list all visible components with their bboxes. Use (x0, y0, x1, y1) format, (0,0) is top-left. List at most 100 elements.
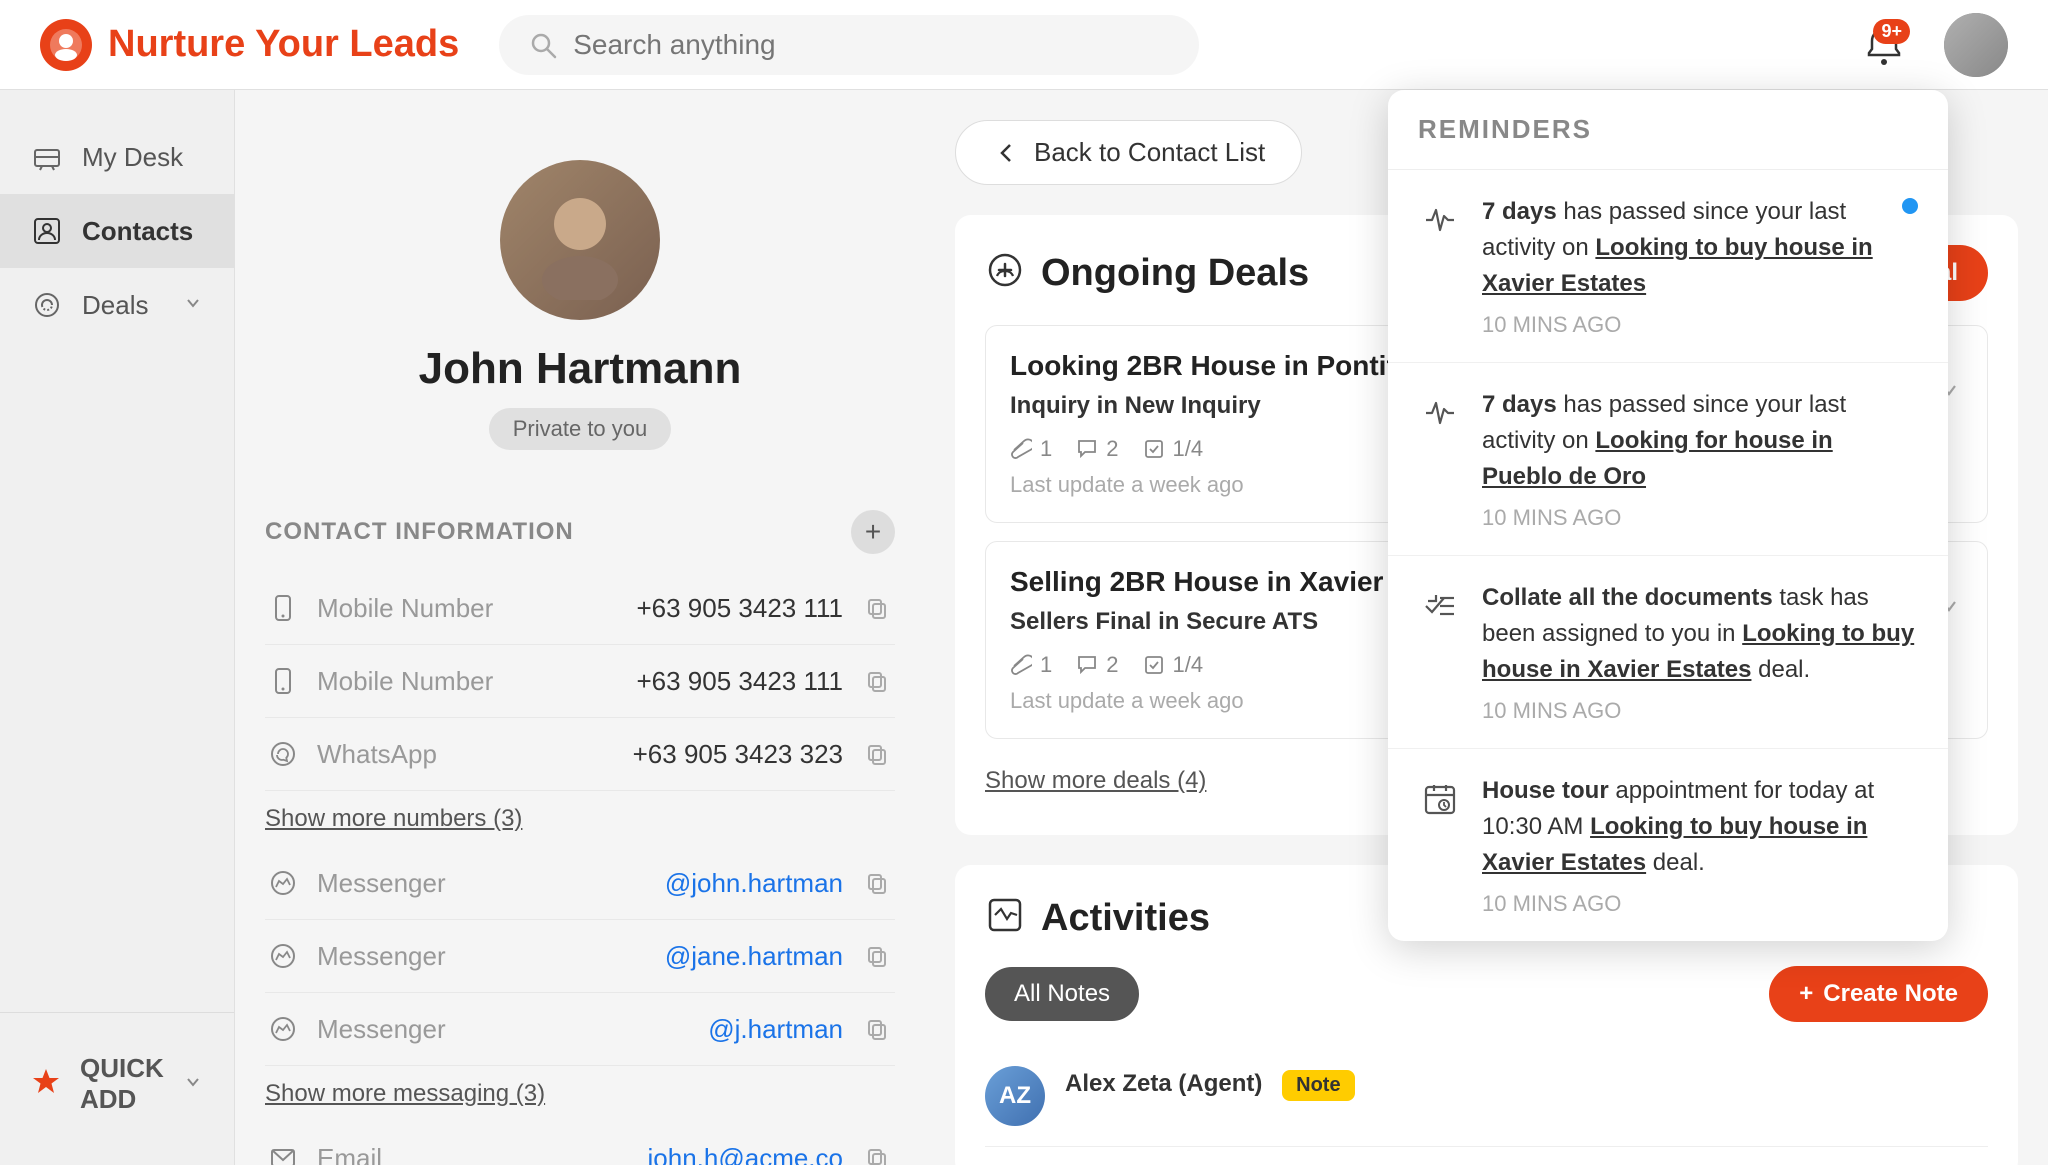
quick-add-chevron-icon (182, 1069, 204, 1100)
reminder-unread-dot-1 (1902, 198, 1918, 214)
back-to-contact-list-button[interactable]: Back to Contact List (955, 120, 1302, 185)
deal-comments-2: 2 (1076, 652, 1118, 678)
activity-pulse-icon-1 (1418, 198, 1462, 242)
activities-icon (985, 895, 1025, 942)
deal-attachments-2: 1 (1010, 652, 1052, 678)
deal-title-1: Looking 2BR House in Pontifino Inquiry i… (1010, 350, 1438, 436)
contact-detail-panel: John Hartmann Private to you CONTACT INF… (235, 90, 925, 1165)
search-bar[interactable] (499, 15, 1199, 75)
contact-field-email-1: Email john.h@acme.co (265, 1122, 895, 1165)
sidebar-item-contacts[interactable]: Contacts (0, 194, 234, 268)
reminder-time-3: 10 MINS AGO (1482, 698, 1918, 724)
contact-field-whatsapp: WhatsApp +63 905 3423 323 (265, 718, 895, 791)
contact-avatar (500, 160, 660, 320)
mobile-label-1: Mobile Number (317, 593, 517, 624)
attachment-icon-1 (1010, 438, 1032, 460)
contact-info-title: CONTACT INFORMATION (265, 518, 574, 546)
reminders-popup: REMINDERS 7 days has passed since your l… (1388, 90, 1948, 941)
show-more-deals-link[interactable]: Show more deals (4) (985, 757, 1206, 805)
contacts-icon (30, 214, 64, 248)
back-btn-label: Back to Contact List (1034, 137, 1265, 168)
tasks-icon-1 (1143, 438, 1165, 460)
deal-comments-1: 2 (1076, 436, 1118, 462)
quick-add-button[interactable]: QUICK ADD (0, 1033, 234, 1135)
reminder-text-1: 7 days has passed since your last activi… (1482, 194, 1918, 302)
messenger-label-1: Messenger (317, 868, 517, 899)
copy-mobile-2-button[interactable] (859, 663, 895, 699)
search-input[interactable] (573, 29, 1169, 61)
copy-messenger-2-button[interactable] (859, 938, 895, 974)
deals-icon (30, 288, 64, 322)
contact-field-messenger-3: Messenger @j.hartman (265, 993, 895, 1066)
reminder-body-2: 7 days has passed since your last activi… (1482, 387, 1918, 531)
create-note-button[interactable]: + Create Note (1769, 966, 1988, 1022)
reminder-body-4: House tour appointment for today at 10:3… (1482, 773, 1918, 917)
notification-button[interactable]: 9+ (1854, 15, 1914, 75)
notification-badge: 9+ (1873, 19, 1910, 44)
reminder-text-4: House tour appointment for today at 10:3… (1482, 773, 1918, 881)
deals-section-icon (985, 250, 1025, 297)
mobile-icon-1 (265, 590, 301, 626)
quick-add-label: QUICK ADD (80, 1053, 164, 1115)
mobile-icon-2 (265, 663, 301, 699)
deal-tasks-1: 1/4 (1143, 436, 1204, 462)
mobile-label-2: Mobile Number (317, 666, 517, 697)
tasks-icon-2 (1143, 654, 1165, 676)
show-more-numbers-link[interactable]: Show more numbers (3) (265, 791, 522, 847)
contact-field-messenger-2: Messenger @jane.hartman (265, 920, 895, 993)
search-icon (529, 31, 557, 59)
note-avatar-1: AZ (985, 1066, 1045, 1126)
deal-attachments-1: 1 (1010, 436, 1052, 462)
reminders-popup-title: REMINDERS (1388, 90, 1948, 170)
reminder-time-1: 10 MINS AGO (1482, 312, 1918, 338)
copy-whatsapp-button[interactable] (859, 736, 895, 772)
app-title: Nurture Your Leads (108, 23, 459, 66)
calendar-clock-icon (1418, 777, 1462, 821)
reminder-body-1: 7 days has passed since your last activi… (1482, 194, 1918, 338)
sidebar-label-contacts: Contacts (82, 216, 193, 247)
create-note-label: Create Note (1823, 980, 1958, 1008)
attachment-icon-2 (1010, 654, 1032, 676)
create-note-plus-icon: + (1799, 980, 1813, 1008)
messenger-value-2: @jane.hartman (533, 941, 843, 972)
sidebar: My Desk Contacts Deals (0, 90, 235, 1165)
contact-field-mobile-1: Mobile Number +63 905 3423 111 (265, 572, 895, 645)
copy-messenger-1-button[interactable] (859, 865, 895, 901)
sidebar-item-my-desk[interactable]: My Desk (0, 120, 234, 194)
sidebar-bottom: QUICK ADD (0, 1012, 234, 1135)
user-avatar[interactable] (1944, 13, 2008, 77)
sidebar-label-deals: Deals (82, 290, 148, 321)
messenger-value-1: @john.hartman (533, 868, 843, 899)
activities-tabs: All Notes + Create Note (985, 966, 1988, 1022)
reminder-text-2: 7 days has passed since your last activi… (1482, 387, 1918, 495)
contact-info-section-header: CONTACT INFORMATION + (265, 510, 895, 554)
messenger-icon-3 (265, 1011, 301, 1047)
show-more-messaging-link[interactable]: Show more messaging (3) (265, 1066, 545, 1122)
note-author-1: Alex Zeta (Agent) (1065, 1070, 1262, 1097)
reminder-body-3: Collate all the documents task has been … (1482, 580, 1918, 724)
copy-email-1-button[interactable] (859, 1140, 895, 1165)
reminder-time-2: 10 MINS AGO (1482, 505, 1918, 531)
logo-icon (40, 19, 92, 71)
whatsapp-label: WhatsApp (317, 739, 517, 770)
contact-field-mobile-2: Mobile Number +63 905 3423 111 (265, 645, 895, 718)
contact-privacy-badge: Private to you (489, 408, 672, 450)
messenger-label-3: Messenger (317, 1014, 517, 1045)
contact-field-messenger-1: Messenger @john.hartman (265, 847, 895, 920)
note-content-1: Alex Zeta (Agent) Note (1065, 1066, 1988, 1126)
contact-name: John Hartmann (285, 344, 875, 394)
reminder-item-2: 7 days has passed since your last activi… (1388, 363, 1948, 556)
comment-icon-2 (1076, 654, 1098, 676)
deal-tasks-2: 1/4 (1143, 652, 1204, 678)
contact-header: John Hartmann Private to you (265, 120, 895, 480)
copy-mobile-1-button[interactable] (859, 590, 895, 626)
tab-all-notes[interactable]: All Notes (985, 967, 1139, 1021)
add-contact-field-button[interactable]: + (851, 510, 895, 554)
desk-icon (30, 140, 64, 174)
messenger-value-3: @j.hartman (533, 1014, 843, 1045)
mobile-value-1: +63 905 3423 111 (533, 593, 843, 624)
email-icon-1 (265, 1140, 301, 1165)
sidebar-item-deals[interactable]: Deals (0, 268, 234, 342)
copy-messenger-3-button[interactable] (859, 1011, 895, 1047)
star-icon (30, 1065, 62, 1104)
